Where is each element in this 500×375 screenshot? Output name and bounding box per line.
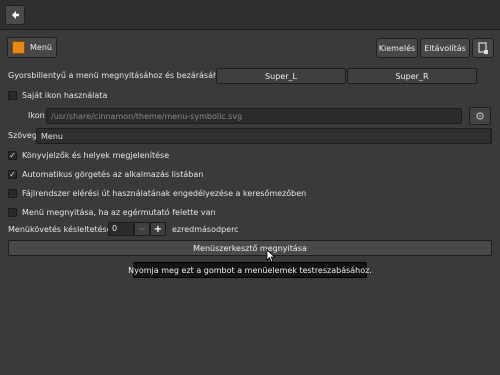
tooltip-text: Nyomja meg ezt a gombot a menüelemek tes… [128, 265, 372, 275]
menu-applet-button[interactable]: Menü [7, 37, 57, 58]
custom-icon-checkbox[interactable] [8, 91, 17, 100]
arrow-left-icon [12, 11, 19, 19]
delay-unit-label: ezredmásodperc [172, 225, 239, 234]
hotkey-label: Gyorsbillentyű a menü megnyitásához és b… [8, 71, 228, 80]
gear-icon: ⚙ [475, 109, 485, 123]
option-checkbox-filesystem-path[interactable] [8, 189, 17, 198]
open-menu-editor-button[interactable]: Menüszerkesztő megnyitása [8, 240, 492, 256]
option-checkbox-hover-open[interactable] [8, 208, 17, 217]
remove-button-label: Eltávolítás [424, 43, 466, 53]
delay-label: Menükövetés késleltetése: [8, 225, 115, 234]
decrement-button[interactable]: − [134, 222, 150, 236]
delay-value-input[interactable]: 0 [108, 222, 134, 236]
open-menu-editor-label: Menüszerkesztő megnyitása [193, 243, 307, 253]
checkmark-icon: ✓ [9, 170, 16, 179]
window-icon [478, 41, 488, 54]
checkmark-icon: ✓ [9, 151, 16, 160]
menu-icon [12, 41, 26, 54]
icon-chooser-button[interactable]: ⚙ [469, 107, 491, 125]
hotkey-primary-button[interactable]: Super_L [216, 68, 346, 84]
back-button[interactable] [5, 5, 25, 25]
increment-button[interactable]: + [150, 222, 166, 236]
menu-button-label: Menü [30, 43, 52, 52]
delay-spinner: 0 − + [108, 222, 166, 236]
mouse-pointer-icon [266, 249, 276, 263]
option-checkbox-bookmarks[interactable]: ✓ [8, 151, 17, 160]
developer-button[interactable] [472, 38, 494, 58]
text-label: Szöveg [8, 131, 37, 140]
option-label-hover-open: Menü megnyitása, ha az egérmutató felett… [22, 208, 216, 217]
option-checkbox-autoscroll[interactable]: ✓ [8, 170, 17, 179]
top-bar [0, 0, 500, 30]
custom-icon-label: Saját ikon használata [22, 91, 108, 100]
highlight-button-label: Kiemelés [378, 43, 416, 53]
text-input[interactable]: Menu [36, 128, 492, 144]
icon-label: Ikon [28, 111, 45, 120]
icon-path-field[interactable]: /usr/share/cinnamon/theme/menu-symbolic.… [46, 108, 462, 124]
tooltip: Nyomja meg ezt a gombot a menüelemek tes… [128, 262, 372, 278]
option-label-filesystem-path: Fájlrendszer elérési út használatának en… [22, 189, 307, 198]
remove-button[interactable]: Eltávolítás [420, 38, 470, 58]
option-label-autoscroll: Automatikus görgetés az alkalmazás listá… [22, 170, 204, 179]
highlight-button[interactable]: Kiemelés [376, 38, 418, 58]
option-label-bookmarks: Könyvjelzők és helyek megjelenítése [22, 151, 170, 160]
hotkey-secondary-button[interactable]: Super_R [347, 68, 477, 84]
